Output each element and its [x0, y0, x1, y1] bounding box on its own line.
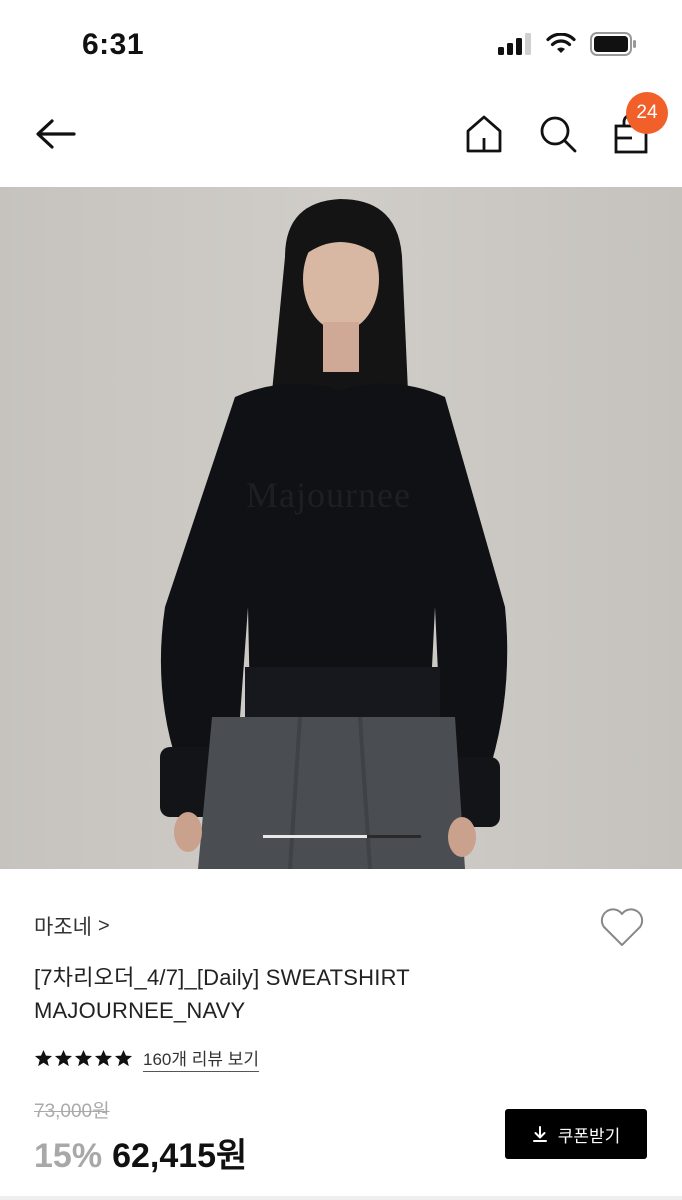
wishlist-button[interactable]: [598, 905, 646, 949]
section-divider: [0, 1196, 682, 1200]
status-time: 6:31: [82, 28, 145, 61]
heart-icon: [600, 908, 644, 946]
coupon-button-label: 쿠폰받기: [557, 1126, 621, 1146]
download-icon: [532, 1126, 547, 1142]
coupon-download-button[interactable]: 쿠폰받기: [505, 1109, 647, 1159]
back-button[interactable]: [32, 114, 80, 154]
product-image[interactable]: Majournee: [0, 187, 682, 869]
battery-icon: [590, 32, 636, 56]
carousel-progress-indicator: [263, 835, 367, 838]
chest-logo-text: Majournee: [246, 475, 411, 515]
star-icon: [54, 1049, 73, 1067]
signal-icon: [498, 33, 531, 55]
product-title-line1: [7차리오더_4/7]_[Daily] SWEATSHIRT: [34, 965, 410, 990]
star-icon: [94, 1049, 113, 1067]
star-icon: [34, 1049, 53, 1067]
brand-name: 마조네: [34, 916, 92, 939]
back-arrow-icon: [36, 119, 76, 149]
brand-link[interactable]: 마조네 >: [34, 911, 110, 941]
status-bar: 6:31: [0, 0, 682, 90]
top-nav-bar: 24: [0, 92, 682, 182]
product-title: [7차리오더_4/7]_[Daily] SWEATSHIRT MAJOURNEE…: [34, 961, 634, 1027]
rating-row: 160개 리뷰 보기: [34, 1045, 260, 1072]
status-icons: [498, 32, 638, 56]
home-button[interactable]: [462, 112, 506, 156]
search-button[interactable]: [536, 112, 580, 156]
search-icon: [540, 116, 577, 153]
original-price: 73,000원: [34, 1101, 110, 1122]
chevron-right-icon: >: [97, 914, 110, 937]
wifi-icon: [546, 33, 576, 53]
review-link[interactable]: 160개 리뷰 보기: [143, 1045, 260, 1072]
cart-count-badge: 24: [626, 92, 668, 134]
home-icon: [466, 115, 502, 153]
product-photo-placeholder: Majournee: [0, 187, 682, 869]
star-icon: [114, 1049, 133, 1067]
product-title-line2: MAJOURNEE_NAVY: [34, 998, 246, 1023]
discount-rate: 15%: [34, 1137, 103, 1175]
price-row: 15% 62,415원: [34, 1128, 247, 1177]
star-icon: [74, 1049, 93, 1067]
rating-stars: [34, 1049, 133, 1068]
sale-price: 62,415원: [112, 1137, 248, 1175]
